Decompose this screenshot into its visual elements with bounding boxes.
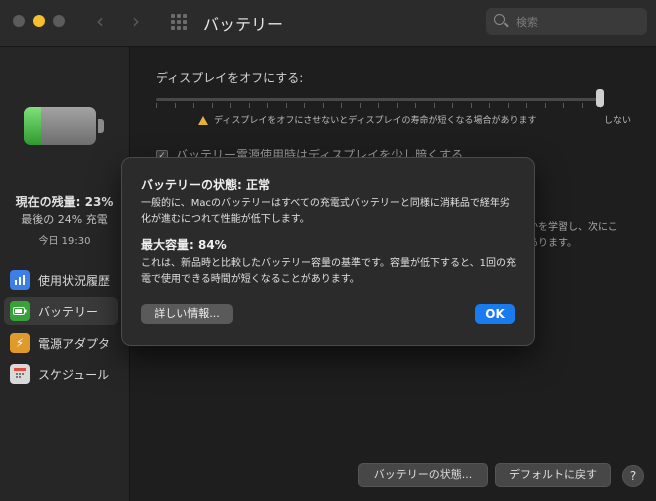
ok-button[interactable]: OK: [475, 304, 515, 324]
sidebar-item-label: スケジュール: [38, 367, 110, 382]
slider-ticks: [156, 103, 601, 109]
sidebar: 現在の残量: 23% 最後の 24% 充電 今日 19:30 使用状況履歴 バッ…: [0, 47, 130, 501]
slider-tick: [174, 103, 176, 108]
battery-icon: [10, 301, 30, 321]
last-charge-time: 今日 19:30: [38, 236, 91, 247]
battery-level-fill: [24, 107, 41, 145]
max-capacity-description: これは、新品時と比較したバッテリー容量の基準です。容量が低下すると、1回の充電で…: [141, 258, 516, 285]
dialog-description: 一般的に、Macのバッテリーはすべての充電式バッテリーと同様に消耗品で経年劣化が…: [141, 198, 510, 225]
warning-text: ディスプレイをオフにさせないとディスプレイの寿命が短くなる場合があります: [214, 116, 537, 126]
bar-chart-icon: [10, 270, 30, 290]
slider-tick: [544, 103, 546, 108]
slider-tick: [415, 103, 416, 108]
slider-tick: [193, 103, 194, 108]
slider-tick: [433, 103, 435, 108]
more-info-button[interactable]: 詳しい情報...: [141, 304, 233, 324]
slider-tick: [452, 103, 453, 108]
max-capacity-heading: 最大容量: 84%: [141, 238, 227, 252]
sidebar-item-battery[interactable]: バッテリー: [4, 297, 118, 325]
sidebar-item-label: 使用状況履歴: [38, 273, 111, 288]
search-icon: [494, 14, 505, 25]
warning-row: ディスプレイをオフにさせないとディスプレイの寿命が短くなる場合があります: [198, 113, 537, 126]
display-off-slider-knob[interactable]: [596, 89, 604, 107]
sidebar-item-label: バッテリー: [38, 304, 99, 319]
slider-tick: [230, 103, 231, 108]
slider-tick: [248, 103, 250, 108]
sidebar-item-power-adapter[interactable]: ⚡ 電源アダプタ: [4, 329, 118, 357]
forward-arrow-icon[interactable]: ›: [132, 9, 140, 33]
title-bar: ‹ › バッテリー 検索: [0, 0, 656, 47]
restore-defaults-button[interactable]: デフォルトに戻す: [495, 463, 611, 487]
slider-tick: [211, 103, 213, 108]
battery-status-button[interactable]: バッテリーの状態...: [358, 463, 488, 487]
show-all-grid-icon[interactable]: [171, 14, 187, 30]
slider-tick: [341, 103, 342, 108]
slider-tick: [563, 103, 564, 108]
slider-tick: [359, 103, 361, 108]
slider-tick: [267, 103, 268, 108]
last-charge-text: 最後の 24% 充電: [21, 213, 108, 226]
slider-tick: [304, 103, 305, 108]
help-button[interactable]: ?: [622, 465, 644, 487]
sidebar-item-schedule[interactable]: スケジュール: [4, 360, 118, 388]
slider-tick: [285, 103, 287, 108]
window-title: バッテリー: [203, 15, 284, 34]
never-label: しない: [604, 116, 632, 126]
slider-tick: [470, 103, 472, 108]
zoom-window-button[interactable]: [53, 15, 65, 27]
search-field[interactable]: 検索: [486, 8, 647, 35]
calendar-icon: [10, 364, 30, 384]
slider-tick: [489, 103, 490, 108]
dialog-title: バッテリーの状態: 正常: [141, 178, 270, 192]
warning-icon: [198, 116, 208, 125]
close-window-button[interactable]: [13, 15, 25, 27]
display-off-slider[interactable]: [156, 98, 600, 101]
lightning-icon: ⚡: [10, 333, 30, 353]
slider-tick: [526, 103, 527, 108]
search-placeholder: 検索: [516, 16, 538, 29]
minimize-window-button[interactable]: [33, 15, 45, 27]
display-off-label: ディスプレイをオフにする:: [156, 71, 304, 85]
battery-level-icon: [24, 107, 104, 145]
slider-tick: [378, 103, 379, 108]
back-arrow-icon[interactable]: ‹: [96, 9, 104, 33]
slider-tick: [322, 103, 324, 108]
battery-health-dialog: バッテリーの状態: 正常 一般的に、Macのバッテリーはすべての充電式バッテリー…: [121, 157, 535, 346]
slider-tick: [156, 103, 157, 108]
sidebar-item-usage-history[interactable]: 使用状況履歴: [4, 266, 118, 294]
slider-tick: [581, 103, 583, 108]
slider-tick: [507, 103, 509, 108]
sidebar-item-label: 電源アダプタ: [38, 336, 111, 351]
current-charge-text: 現在の残量: 23%: [15, 195, 114, 209]
slider-tick: [396, 103, 398, 108]
